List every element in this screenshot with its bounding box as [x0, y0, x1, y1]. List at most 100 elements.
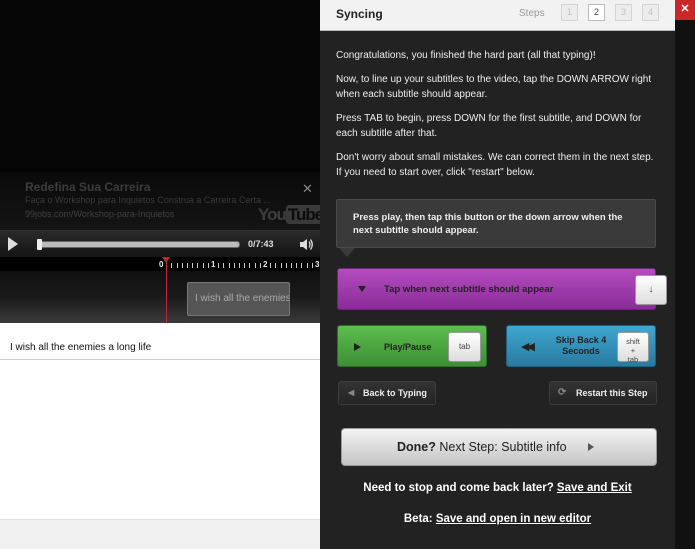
key-line-plus: + [630, 346, 636, 355]
playhead-marker-icon[interactable] [162, 257, 170, 263]
down-arrow-icon [358, 286, 366, 292]
play-icon [354, 343, 361, 351]
stop-line: Need to stop and come back later? Save a… [320, 482, 675, 494]
syncing-panel: Syncing Steps 1234 Congratulations, you … [320, 0, 675, 549]
ruler-tick [291, 263, 292, 268]
ruler-tick [171, 263, 173, 268]
instruction-paragraph: Congratulations, you finished the hard p… [336, 50, 596, 61]
video-time: 0/7:43 [248, 239, 274, 249]
back-button-label: Back to Typing [363, 388, 427, 398]
seek-handle[interactable] [37, 239, 42, 250]
shift-tab-key-icon: shift + tab [617, 332, 649, 364]
ruler-tick [280, 263, 282, 268]
tab-key-icon: tab [448, 332, 481, 362]
instruction-paragraph: Now, to line up your subtitles to the vi… [336, 74, 652, 100]
ruler-tick [218, 263, 220, 268]
restart-button-label: Restart this Step [576, 388, 648, 398]
ruler-tick [296, 263, 298, 268]
restart-icon: ⟳ [558, 387, 567, 398]
ad-title: Redefina Sua Carreira [25, 180, 151, 194]
sync-timeline[interactable]: 0123 I wish all the enemies a long life [0, 257, 320, 323]
close-strip [675, 20, 695, 549]
video-player[interactable]: Redefina Sua Carreira Faça o Workshop pa… [0, 0, 326, 230]
rewind-icon: ◀◀ [521, 341, 535, 353]
ruler-tick [311, 263, 313, 268]
key-line-shift: shift [626, 337, 640, 346]
tooltip-arrow-icon [339, 248, 355, 257]
ruler-tick [285, 263, 287, 268]
chevron-right-icon [588, 443, 594, 451]
ruler-tick [197, 263, 199, 268]
ruler-tick [187, 263, 188, 268]
ruler-tick [181, 263, 183, 268]
youtube-logo[interactable]: You Tube [258, 205, 326, 225]
tap-next-subtitle-button[interactable]: Tap when next subtitle should appear ↓ [337, 268, 667, 310]
seek-bar[interactable] [37, 239, 240, 250]
skip-back-label: Skip Back 4 Seconds [555, 335, 607, 356]
volume-icon[interactable] [300, 238, 314, 251]
subtitle-list-footer [0, 519, 320, 549]
ruler-tick [202, 263, 204, 268]
ruler-tick [176, 263, 178, 268]
step-button-3[interactable]: 3 [615, 4, 632, 21]
ad-url: 99jobs.com/Workshop-para-Inquietos [25, 209, 175, 219]
key-line-tab: tab [627, 355, 639, 364]
ruler-tick [207, 263, 209, 268]
ruler-tick [239, 263, 240, 268]
ruler-mark: 1 [211, 260, 216, 269]
stop-text: Need to stop and come back later? [363, 482, 557, 494]
subtitle-row[interactable]: I wish all the enemies a long life [0, 323, 320, 360]
step-button-4[interactable]: 4 [642, 4, 659, 21]
step-button-2[interactable]: 2 [588, 4, 605, 21]
done-next-step-button[interactable]: Done? Next Step: Subtitle info [341, 428, 657, 466]
subtitle-list: I wish all the enemies a long life [0, 323, 320, 549]
play-icon[interactable] [8, 237, 18, 251]
done-bold-text: Done? [397, 440, 436, 454]
ruler-tick [301, 263, 303, 268]
instructions: Congratulations, you finished the hard p… [336, 48, 656, 189]
video-ad-overlay[interactable]: Redefina Sua Carreira Faça o Workshop pa… [0, 172, 326, 230]
ruler-tick [254, 263, 256, 268]
ruler-tick [228, 263, 230, 268]
panel-header: Syncing Steps 1234 [320, 0, 675, 31]
back-arrow-icon: ◀ [348, 388, 355, 397]
skip-back-button[interactable]: ◀◀ Skip Back 4 Seconds shift + tab [506, 325, 656, 367]
open-new-editor-link[interactable]: Save and open in new editor [436, 513, 591, 525]
timeline-subtitle-block[interactable]: I wish all the enemies a long life [187, 282, 290, 316]
back-to-typing-button[interactable]: ◀ Back to Typing [338, 381, 436, 405]
playhead[interactable] [166, 257, 167, 323]
play-pause-button[interactable]: Play/Pause tab [337, 325, 487, 367]
ruler-tick [223, 263, 225, 268]
close-icon[interactable]: ✕ [675, 0, 695, 20]
ruler-tick [244, 263, 246, 268]
ruler-tick [249, 263, 251, 268]
ruler-tick [259, 263, 261, 268]
beta-text: Beta: [403, 513, 436, 525]
timeline-ruler: 0123 [0, 257, 320, 271]
ruler-tick [275, 263, 277, 268]
instruction-paragraph: Press TAB to begin, press DOWN for the f… [336, 113, 642, 139]
ruler-tick [270, 263, 272, 268]
ad-description: Faça o Workshop para Inquietos Construa … [25, 195, 271, 205]
video-controls: 0/7:43 [0, 230, 320, 257]
beta-line: Beta: Save and open in new editor [320, 513, 675, 525]
logo-you: You [258, 205, 287, 224]
ruler-tick [306, 263, 308, 268]
tap-button-label: Tap when next subtitle should appear [384, 284, 554, 295]
page-title: Syncing [336, 7, 383, 21]
ruler-tick [192, 263, 194, 268]
ad-close-icon[interactable]: ✕ [302, 181, 313, 197]
restart-step-button[interactable]: ⟳ Restart this Step [549, 381, 657, 405]
ruler-mark: 2 [263, 260, 268, 269]
ruler-mark: 3 [315, 260, 320, 269]
instruction-paragraph: Don't worry about small mistakes. We can… [336, 152, 654, 178]
save-and-exit-link[interactable]: Save and Exit [557, 482, 632, 494]
done-rest-text: Next Step: Subtitle info [435, 440, 567, 454]
done-button-label: Done? Next Step: Subtitle info [397, 440, 567, 454]
down-key-icon: ↓ [635, 275, 667, 305]
step-button-1[interactable]: 1 [561, 4, 578, 21]
sync-tooltip: Press play, then tap this button or the … [336, 199, 656, 248]
steps-label: Steps [519, 8, 545, 19]
play-pause-label: Play/Pause [384, 342, 432, 352]
ruler-tick [233, 263, 235, 268]
